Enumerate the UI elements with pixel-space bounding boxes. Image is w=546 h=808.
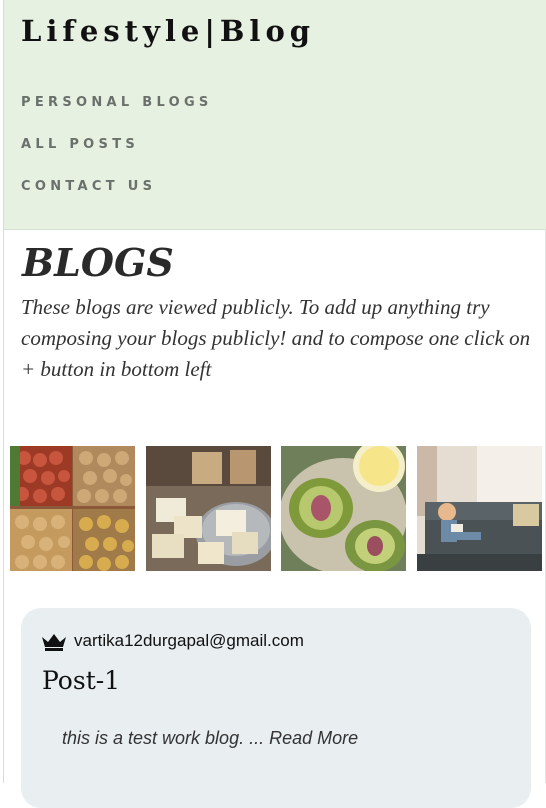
gallery-image-produce [10,446,135,571]
crown-icon [42,634,66,651]
gallery-image-reading [417,446,542,571]
post-title[interactable]: Post-1 [42,666,120,695]
post-excerpt: this is a test work blog. ... Read More [62,728,358,749]
page-title: BLOGS [22,240,174,285]
image-gallery [10,446,543,571]
author-email: vartika12durgapal@gmail.com [74,631,304,650]
read-more-link[interactable]: Read More [269,728,358,748]
nav-contact-us[interactable]: CONTACT US [21,179,156,194]
nav-personal-blogs[interactable]: PERSONAL BLOGS [21,95,213,110]
site-brand[interactable]: Lifestyle|Blog [21,14,315,48]
nav-all-posts[interactable]: ALL POSTS [21,137,139,152]
intro-text: These blogs are viewed publicly. To add … [21,295,531,381]
site-header: Lifestyle|Blog PERSONAL BLOGS ALL POSTS … [4,0,546,230]
gallery-image-artichoke [281,446,406,571]
post-card[interactable]: vartika12durgapal@gmail.com Post-1 this … [21,608,531,808]
gallery-image-cheese [146,446,271,571]
post-excerpt-text: this is a test work blog. ... [62,728,270,748]
